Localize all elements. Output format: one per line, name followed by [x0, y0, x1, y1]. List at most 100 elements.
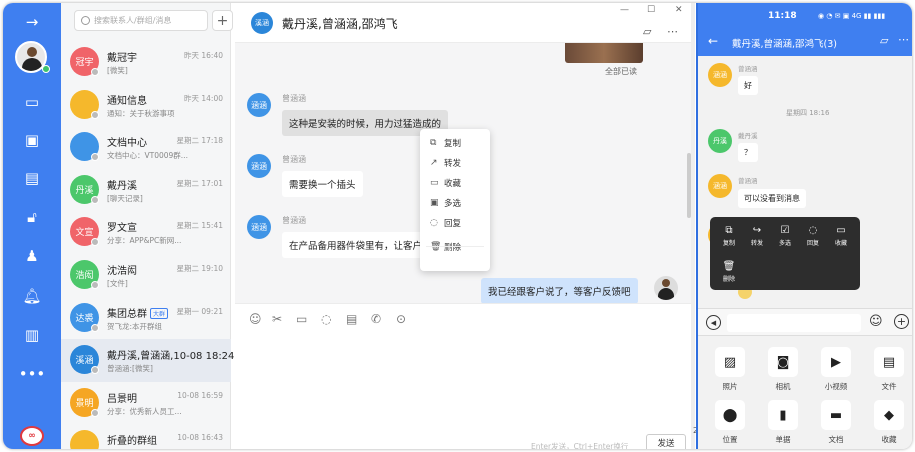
- contacts-icon[interactable]: ▣: [21, 129, 43, 151]
- phone-menu-item-1[interactable]: ↪ 转发: [744, 225, 770, 247]
- list-item[interactable]: 通知信息 昨天 14:00 通知：关于秋游事项: [61, 84, 231, 127]
- list-item[interactable]: 达裘 集团总群 大群 星期一 09:21 贺飞龙:本开群组: [61, 297, 231, 340]
- attachment-folder[interactable]: ▬ 文档: [816, 400, 856, 445]
- emoji-icon[interactable]: ☺: [869, 314, 883, 329]
- message-bubble[interactable]: 好: [738, 76, 758, 95]
- contact-time: 昨天 14:00: [184, 93, 223, 103]
- menu-item-2[interactable]: ▭ 收藏: [420, 173, 490, 193]
- more-icon[interactable]: •••: [19, 363, 46, 385]
- sender-avatar[interactable]: 涵涵: [708, 174, 732, 198]
- folder-icon[interactable]: ▱: [643, 25, 651, 38]
- menu-item-5[interactable]: 🗑︎ 删除: [420, 237, 490, 257]
- group-avatar[interactable]: 溪涵: [251, 12, 273, 34]
- list-item[interactable]: 冠宇 戴冠宇 昨天 16:40 [微笑]: [61, 41, 231, 84]
- menu-item-4[interactable]: ◌ 回复: [420, 213, 490, 233]
- attachment-clipboard[interactable]: ▮ 单据: [763, 400, 803, 445]
- search-input[interactable]: 搜索联系人/群组/消息: [74, 10, 208, 31]
- photo-icon: ▨: [715, 347, 745, 377]
- my-message-bubble[interactable]: 我已经跟客户说了，等客户反馈吧: [481, 278, 638, 304]
- list-item[interactable]: 丹溪 戴丹溪 星期二 17:01 [聊天记录]: [61, 169, 231, 212]
- phone-menu-label: 复制: [722, 240, 735, 247]
- list-item[interactable]: 景明 吕景明 10-08 16:59 分享：优秀新人员工...: [61, 382, 231, 425]
- message-bubble[interactable]: ？: [738, 143, 758, 162]
- message-input-area[interactable]: ☺ ✂ ▭ ◌ ▤ ✆ ⊙ Enter发送，Ctrl+Enter换行 发送: [235, 303, 691, 449]
- list-item[interactable]: 文档中心 星期二 17:18 文档中心：VT0009群...: [61, 126, 231, 169]
- sender-name: 曾涵涵: [282, 94, 306, 103]
- more-dots-icon[interactable]: ⋯: [898, 33, 909, 46]
- scissors-icon[interactable]: ✂: [272, 312, 282, 326]
- message-bubble[interactable]: 需要换一个插头: [282, 171, 363, 197]
- phone-icon[interactable]: ✆: [371, 312, 381, 326]
- send-hint: Enter发送，Ctrl+Enter换行: [531, 442, 629, 449]
- back-arrow-icon[interactable]: ←: [708, 34, 718, 48]
- contact-preview: [聊天记录]: [107, 193, 143, 203]
- phone-menu-item-2[interactable]: ☑ 多选: [772, 225, 798, 247]
- my-avatar[interactable]: [654, 276, 678, 300]
- maximize-icon[interactable]: ☐: [647, 5, 655, 15]
- contact-name-text: 罗文宣: [107, 223, 137, 235]
- message-bubble[interactable]: 可以没看到消息: [738, 189, 806, 208]
- menu-item-label: 删除: [444, 243, 462, 253]
- folder-icon[interactable]: ▤: [21, 167, 43, 189]
- list-item[interactable]: 文宣 罗文宣 星期二 15:41 分享：APP&PC新网...: [61, 211, 231, 254]
- sender-avatar[interactable]: 涵涵: [247, 215, 271, 239]
- more-dots-icon[interactable]: ⋯: [667, 25, 678, 38]
- plus-icon[interactable]: +: [894, 314, 909, 329]
- minimize-icon[interactable]: —: [620, 5, 629, 15]
- phone-menu-item-0[interactable]: ⧉ 复制: [716, 225, 742, 247]
- contact-name-text: 戴丹溪: [107, 180, 137, 192]
- phone-menu-item-5[interactable]: 🗑︎ 删除: [716, 261, 742, 283]
- contact-name: 集团总群 大群: [107, 305, 169, 320]
- sender-avatar[interactable]: 涵涵: [708, 63, 732, 87]
- attachment-file[interactable]: ▤ 文件: [869, 347, 909, 392]
- menu-item-1[interactable]: ↗ 转发: [420, 153, 490, 173]
- folder-icon[interactable]: ▭: [296, 312, 307, 326]
- note-icon[interactable]: ▤: [346, 312, 357, 326]
- document-icon[interactable]: ▥: [21, 324, 43, 346]
- attachment-camera[interactable]: ◙ 相机: [763, 347, 803, 392]
- contact-name: 吕景明: [107, 390, 137, 405]
- voice-icon[interactable]: ◀: [706, 315, 721, 330]
- attachment-box[interactable]: ◆ 收藏: [869, 400, 909, 445]
- contact-name-text: 戴冠宇: [107, 53, 137, 64]
- image-message-thumbnail[interactable]: [565, 43, 643, 63]
- phone-message-input[interactable]: [727, 314, 861, 332]
- contact-time: 星期二 15:41: [176, 221, 224, 231]
- context-menu: ⧉ 复制 ↗ 转发 ▭ 收藏 ▣ 多选 ◌ 回复 🗑︎ 删除: [420, 129, 490, 271]
- folder-icon[interactable]: ▱: [880, 34, 888, 47]
- contact-name: 沈浩闳: [107, 262, 137, 277]
- panel-divider: [691, 3, 695, 449]
- timestamp: 星期四 18:16: [786, 109, 830, 117]
- message-bubble[interactable]: 在产品备用器件袋里有，让客户: [282, 232, 422, 258]
- attachment-photo[interactable]: ▨ 照片: [710, 347, 750, 392]
- menu-item-0[interactable]: ⧉ 复制: [420, 133, 490, 153]
- chat-icon[interactable]: ▭: [21, 91, 43, 113]
- close-icon[interactable]: ✕: [675, 5, 683, 15]
- sender-avatar[interactable]: 涵涵: [247, 93, 271, 117]
- sender-avatar[interactable]: 涵涵: [247, 154, 271, 178]
- phone-menu-item-4[interactable]: ▭ 收藏: [828, 225, 854, 247]
- lock-icon[interactable]: 🔓︎: [21, 206, 43, 228]
- contact-time: 10-08 16:43: [177, 433, 223, 443]
- attachment-video[interactable]: ▶ 小视频: [816, 347, 856, 392]
- more-dots-icon[interactable]: ⊙: [396, 312, 406, 326]
- bell-icon[interactable]: 🔔︎: [21, 285, 43, 307]
- list-item[interactable]: 浩闳 沈浩闳 星期二 19:10 [文件]: [61, 254, 231, 297]
- user-stamp-icon[interactable]: ♟: [21, 245, 43, 267]
- attachment-location[interactable]: ⬤ 位置: [710, 400, 750, 445]
- send-button[interactable]: 发送: [646, 434, 686, 449]
- contact-preview: 分享：APP&PC新网...: [107, 236, 182, 246]
- list-item[interactable]: 溪涵 戴丹溪,曾涵涵,10-08 18:24 曾涵涵:[微笑]: [61, 339, 234, 383]
- sender-avatar[interactable]: 丹溪: [708, 129, 732, 153]
- arrow-right-icon[interactable]: →: [21, 11, 43, 33]
- read-status: 全部已读: [605, 67, 637, 76]
- phone-menu-label: 多选: [778, 240, 791, 247]
- emoji-icon[interactable]: ☺: [249, 312, 262, 326]
- contact-name: 戴丹溪,曾涵涵,10-08 18:24: [107, 347, 234, 362]
- add-button[interactable]: +: [212, 10, 233, 31]
- attachment-label: 小视频: [824, 382, 848, 391]
- list-item[interactable]: 折叠的群组 10-08 16:43: [61, 424, 231, 449]
- menu-item-3[interactable]: ▣ 多选: [420, 193, 490, 213]
- phone-menu-item-3[interactable]: ◌ 回复: [800, 225, 826, 247]
- chat-bubble-icon[interactable]: ◌: [321, 312, 331, 326]
